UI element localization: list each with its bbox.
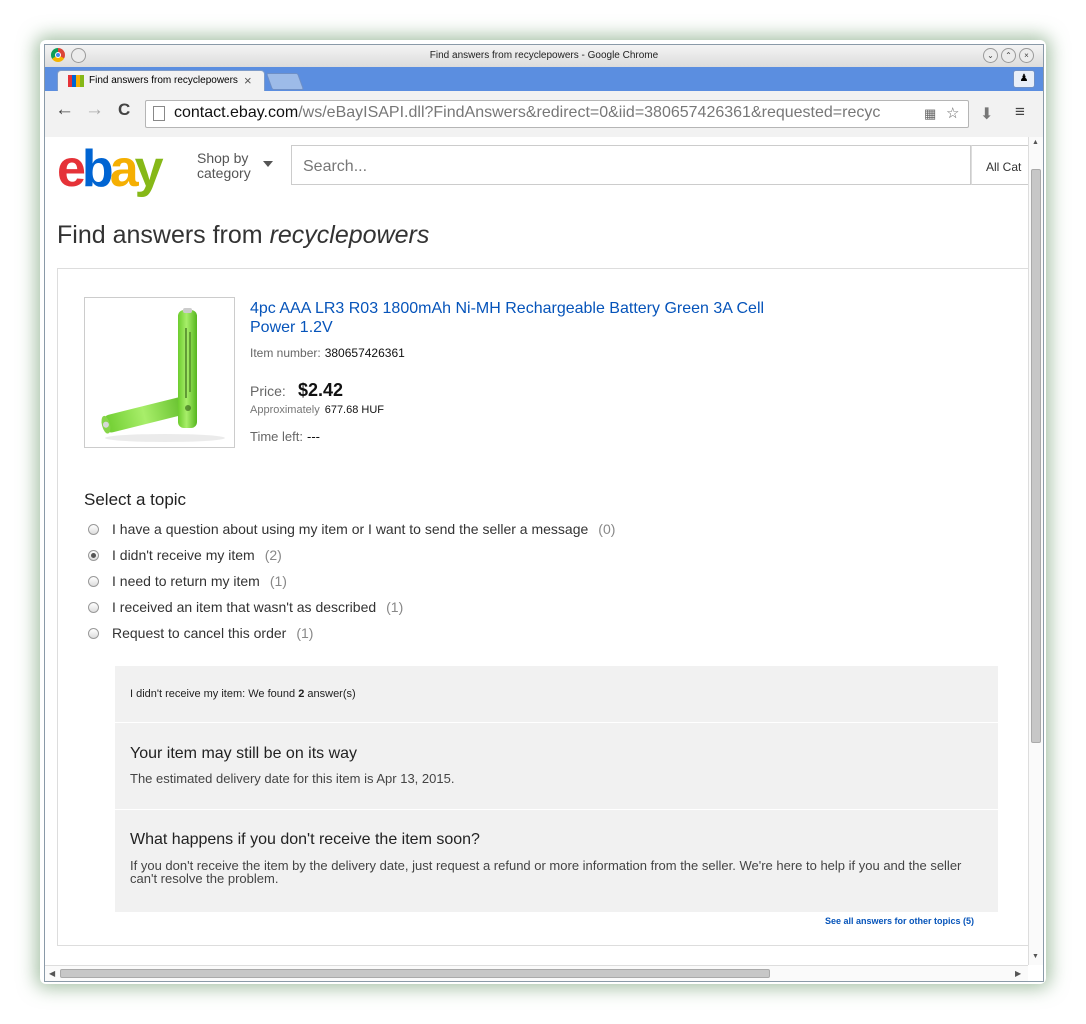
tab-strip: Find answers from recyclepowers × ♟	[45, 67, 1043, 92]
answers-header: I didn't receive my item: We found 2 ans…	[130, 688, 356, 700]
tab-find-answers[interactable]: Find answers from recyclepowers ×	[57, 70, 265, 92]
price-label: Price:	[250, 383, 286, 399]
reload-button[interactable]: C	[118, 100, 130, 120]
time-left: Time left: ---	[250, 429, 320, 444]
price-value: $2.42	[298, 380, 344, 400]
address-bar[interactable]: contact.ebay.com/ws/eBayISAPI.dll?FindAn…	[145, 100, 969, 128]
item-number: Item number: 380657426361	[250, 346, 405, 360]
logo-letter-y: y	[134, 140, 164, 198]
answer-title[interactable]: What happens if you don't receive the it…	[130, 831, 480, 849]
item-title-link[interactable]: 4pc AAA LR3 R03 1800mAh Ni-MH Rechargeab…	[250, 299, 810, 337]
answers-header-prefix: I didn't receive my item: We found	[130, 688, 299, 700]
item-number-label: Item number:	[250, 346, 321, 360]
minimize-button[interactable]: ⌄	[983, 48, 998, 63]
topic-count: (0)	[598, 521, 616, 537]
browser-toolbar: ← → C contact.ebay.com/ws/eBayISAPI.dll?…	[45, 91, 1043, 138]
topic-option[interactable]: I have a question about using my item or…	[88, 521, 615, 537]
scroll-up-icon[interactable]: ▲	[1032, 139, 1039, 146]
chevron-down-icon	[263, 161, 273, 167]
shop-by-category-button[interactable]: Shop by category	[197, 151, 251, 181]
radio-button[interactable]	[88, 628, 99, 639]
ebay-logo[interactable]: ebay	[57, 140, 164, 198]
profile-icon[interactable]: ♟	[1013, 70, 1035, 88]
vertical-scroll-thumb[interactable]	[1031, 169, 1041, 743]
answer-text: The estimated delivery date for this ite…	[130, 771, 455, 786]
horizontal-scroll-thumb[interactable]	[60, 969, 770, 978]
title-bar: Find answers from recyclepowers - Google…	[45, 45, 1043, 67]
url-text: contact.ebay.com/ws/eBayISAPI.dll?FindAn…	[174, 104, 930, 122]
approx-value: 677.68 HUF	[324, 404, 385, 416]
scroll-down-icon[interactable]: ▼	[1032, 953, 1039, 960]
item-thumbnail[interactable]	[84, 297, 235, 448]
page-title: Find answers from recyclepowers	[57, 221, 429, 250]
search-input[interactable]: Search...	[291, 145, 971, 185]
answer-text: If you don't receive the item by the del…	[130, 858, 962, 886]
shop-by-line2: category	[197, 165, 251, 181]
scroll-left-icon[interactable]: ◀	[49, 969, 55, 978]
answers-panel: I didn't receive my item: We found 2 ans…	[115, 666, 998, 912]
logo-letter-a: a	[109, 140, 139, 198]
time-left-label: Time left:	[250, 429, 303, 444]
select-topic-heading: Select a topic	[84, 490, 187, 509]
radio-button[interactable]	[88, 602, 99, 613]
topic-count: (1)	[269, 573, 287, 589]
browser-window: Find answers from recyclepowers - Google…	[44, 44, 1044, 982]
topic-count: (1)	[296, 625, 314, 641]
window-title: Find answers from recyclepowers - Google…	[429, 50, 659, 61]
radio-button-selected[interactable]	[88, 550, 99, 561]
topic-label: I didn't receive my item	[112, 547, 255, 563]
url-path: /ws/eBayISAPI.dll?FindAnswers&redirect=0…	[298, 104, 881, 121]
seller-name: recyclepowers	[269, 221, 430, 249]
radio-button[interactable]	[88, 524, 99, 535]
approx-price: Approximately 677.68 HUF	[250, 404, 384, 416]
logo-letter-b: b	[81, 140, 114, 198]
topic-label: Request to cancel this order	[112, 625, 287, 641]
topic-count: (1)	[386, 599, 404, 615]
topic-count: (2)	[264, 547, 282, 563]
translate-icon[interactable]: ▦	[924, 106, 936, 122]
close-window-button[interactable]: ×	[1019, 48, 1034, 63]
find-answers-card: 4pc AAA LR3 R03 1800mAh Ni-MH Rechargeab…	[57, 268, 1028, 946]
topic-label: I received an item that wasn't as descri…	[112, 599, 377, 615]
back-button[interactable]: ←	[55, 99, 74, 121]
download-icon[interactable]: ⬇	[980, 104, 993, 124]
url-host: contact.ebay.com	[174, 104, 299, 121]
maximize-button[interactable]: ⌃	[1001, 48, 1016, 63]
see-all-answers-link[interactable]: See all answers for other topics (5)	[825, 916, 974, 926]
topic-option[interactable]: I received an item that wasn't as descri…	[88, 599, 403, 615]
tab-title: Find answers from recyclepowers	[89, 75, 238, 86]
divider	[115, 722, 998, 723]
radio-button[interactable]	[88, 576, 99, 587]
horizontal-scrollbar[interactable]: ◀ ▶	[45, 965, 1028, 981]
divider	[115, 809, 998, 810]
tab-close-icon[interactable]: ×	[244, 73, 252, 88]
answer-title[interactable]: Your item may still be on its way	[130, 745, 357, 763]
shop-by-line1: Shop by	[197, 150, 249, 166]
topic-label: I have a question about using my item or…	[112, 521, 589, 537]
ebay-favicon-icon	[68, 75, 84, 87]
new-tab-button[interactable]	[265, 73, 305, 90]
forward-button[interactable]: →	[85, 99, 104, 121]
battery-image	[101, 308, 225, 442]
topic-option[interactable]: I didn't receive my item (2)	[88, 547, 282, 563]
page-icon	[153, 106, 165, 121]
answers-header-suffix: answer(s)	[304, 688, 356, 700]
item-number-value: 380657426361	[324, 346, 405, 360]
scroll-right-icon[interactable]: ▶	[1015, 969, 1021, 978]
topic-option[interactable]: I need to return my item (1)	[88, 573, 287, 589]
time-left-value: ---	[306, 429, 320, 444]
vertical-scrollbar[interactable]: ▲ ▼	[1028, 137, 1043, 965]
chrome-menu-icon[interactable]: ≡	[1015, 102, 1025, 122]
page-title-prefix: Find answers from	[57, 221, 270, 249]
all-categories-select[interactable]: All Cat	[971, 145, 1028, 185]
topic-option[interactable]: Request to cancel this order (1)	[88, 625, 313, 641]
logo-letter-e: e	[57, 140, 86, 198]
page-content: ebay Shop by category Search... All Cat …	[45, 137, 1028, 965]
bookmark-star-icon[interactable]: ☆	[946, 104, 959, 122]
approx-label: Approximately	[250, 404, 320, 416]
topic-label: I need to return my item	[112, 573, 260, 589]
